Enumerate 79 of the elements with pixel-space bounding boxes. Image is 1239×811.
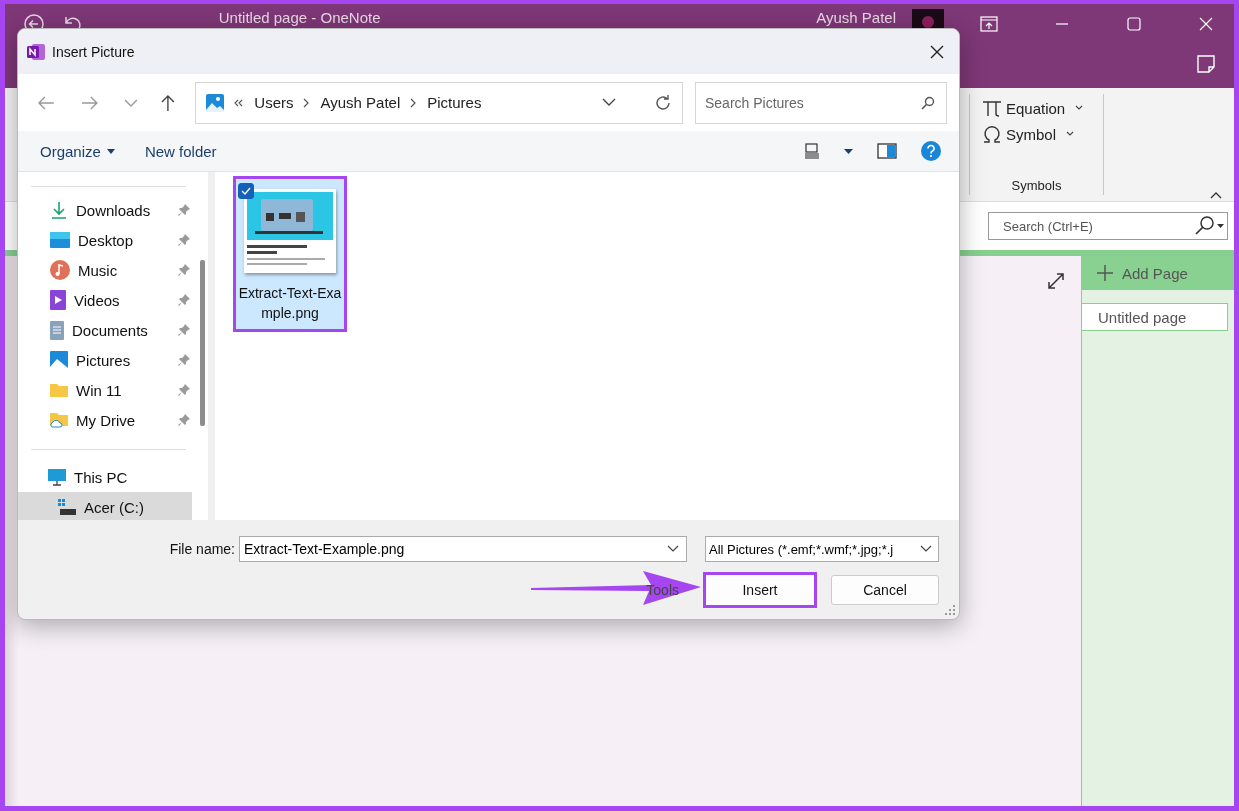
chevron-right-icon (303, 97, 311, 108)
pin-icon[interactable] (178, 384, 190, 396)
pin-icon[interactable] (178, 204, 190, 216)
close-icon[interactable] (929, 43, 945, 60)
sidebar-item[interactable]: This PC (18, 462, 196, 492)
sidebar-item[interactable]: Documents (18, 315, 196, 345)
address-bar[interactable]: Users Ayush Patel Pictures (195, 81, 683, 124)
user-name: Ayush Patel (816, 8, 896, 26)
plus-icon (1096, 264, 1114, 282)
breadcrumb-item[interactable]: Users (254, 94, 294, 111)
search-icon[interactable] (921, 95, 935, 110)
caret-icon (1066, 131, 1075, 137)
caret-icon (1075, 105, 1084, 111)
breadcrumb-item[interactable]: Pictures (427, 94, 482, 111)
expand-icon[interactable] (1047, 272, 1065, 290)
view-icon[interactable] (804, 143, 820, 159)
pin-icon[interactable] (178, 414, 190, 426)
maximize-icon[interactable] (1126, 16, 1142, 32)
sidebar-item[interactable]: Win 11 (18, 375, 196, 405)
file-item[interactable]: Extract-Text-Example.png (233, 176, 347, 332)
check-icon (241, 187, 251, 195)
ribbon-display-icon[interactable] (980, 16, 998, 32)
chevron-down-icon (920, 545, 932, 553)
chevron-down-icon[interactable] (667, 545, 679, 553)
search-field[interactable]: Search (Ctrl+E) (988, 212, 1228, 240)
dialog-title: Insert Picture (52, 43, 135, 60)
desktop-icon (50, 232, 70, 248)
chevron-down-icon[interactable] (602, 98, 616, 107)
sidebar-item[interactable]: My Drive (18, 405, 196, 435)
caret-icon (106, 148, 115, 154)
file-name-label: File name: (169, 541, 235, 557)
sticky-note-icon[interactable] (1196, 54, 1216, 74)
new-folder-button[interactable]: New folder (144, 142, 217, 160)
document-icon (50, 320, 64, 340)
sidebar-item[interactable]: Desktop (18, 225, 196, 255)
folder-icon (50, 383, 68, 397)
sidebar-item[interactable]: Acer (C:) (18, 492, 192, 520)
search-field[interactable]: Search Pictures (695, 81, 947, 124)
chevron-right-icon (410, 97, 418, 108)
group-label: Symbols (1010, 178, 1063, 195)
overflow-chevrons-icon[interactable] (234, 98, 245, 107)
sidebar-item[interactable]: Pictures (18, 345, 196, 375)
pin-icon[interactable] (178, 354, 190, 366)
sidebar-item[interactable]: Videos (18, 285, 196, 315)
file-name-field[interactable]: Extract-Text-Example.png (239, 536, 687, 562)
refresh-icon[interactable] (654, 93, 672, 112)
omega-icon (982, 124, 1002, 144)
video-icon (50, 290, 66, 310)
scrollbar-thumb[interactable] (199, 260, 205, 426)
drive-icon (58, 499, 76, 515)
breadcrumb-item[interactable]: Ayush Patel (320, 94, 401, 111)
organize-menu[interactable]: Organize (40, 142, 115, 160)
checkbox[interactable] (238, 183, 254, 199)
music-icon (50, 260, 70, 280)
page-item[interactable]: Untitled page (1082, 303, 1228, 331)
help-icon[interactable] (921, 141, 941, 161)
ribbon-button[interactable]: Equation (982, 98, 1103, 118)
download-icon (50, 201, 68, 219)
caret-icon[interactable] (844, 148, 853, 154)
ribbon-button[interactable]: Symbol (982, 124, 1103, 144)
pi-icon (982, 98, 1002, 118)
pin-icon[interactable] (178, 294, 190, 306)
preview-pane-icon[interactable] (877, 143, 897, 159)
sidebar-item[interactable]: Music (18, 255, 196, 285)
file-type-dropdown[interactable]: All Pictures (*.emf;*.wmf;*.jpg;*.j (705, 536, 939, 562)
sidebar-item[interactable]: Downloads (18, 195, 196, 225)
cloud-folder-icon (50, 412, 68, 428)
add-page-button[interactable]: Add Page (1082, 256, 1234, 290)
cancel-button[interactable]: Cancel (831, 575, 939, 605)
onenote-logo-icon (26, 41, 46, 62)
pin-icon[interactable] (178, 234, 190, 246)
file-name: Extract-Text-Example.png (238, 284, 342, 323)
pin-icon[interactable] (178, 324, 190, 336)
computer-icon (48, 468, 66, 486)
collapse-ribbon-icon[interactable] (1210, 191, 1222, 199)
pin-icon[interactable] (178, 264, 190, 276)
window-title: Untitled page - OneNote (218, 8, 381, 26)
resize-grip-icon[interactable] (945, 605, 955, 615)
insert-button[interactable]: Insert (703, 572, 817, 608)
